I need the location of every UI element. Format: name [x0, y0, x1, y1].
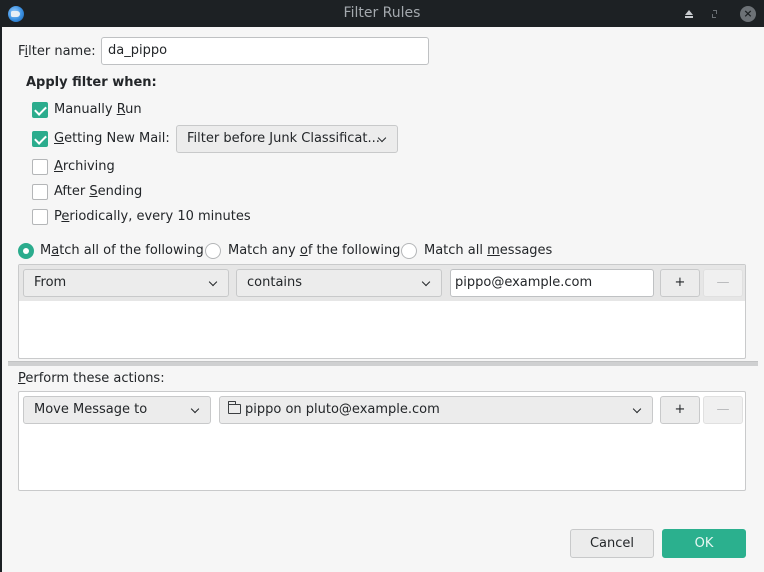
- match-all-messages-radio[interactable]: [401, 243, 417, 259]
- action-target-value: pippo on pluto@example.com: [245, 402, 440, 417]
- rule-operator-value: contains: [247, 275, 303, 290]
- filter-name-label: Filter name:: [18, 44, 96, 59]
- chevron-down-icon: [190, 404, 200, 414]
- remove-action-button[interactable]: —: [703, 396, 743, 424]
- pane-splitter[interactable]: [8, 361, 758, 366]
- getting-new-mail-checkbox[interactable]: [32, 131, 48, 147]
- rule-row: From contains pippo@example.com + —: [19, 265, 745, 301]
- manually-run-label[interactable]: Manually Run: [54, 102, 142, 117]
- chevron-down-icon: [421, 277, 431, 287]
- after-sending-checkbox[interactable]: [32, 184, 48, 200]
- rule-value-input[interactable]: pippo@example.com: [450, 269, 654, 297]
- folder-icon: [228, 401, 241, 414]
- match-all-radio[interactable]: [18, 243, 34, 259]
- periodically-label[interactable]: Periodically, every 10 minutes: [54, 209, 251, 224]
- match-all-label[interactable]: Match all of the following: [40, 243, 204, 258]
- window-title: Filter Rules: [343, 5, 421, 21]
- actions-list: Move Message to pippo on pluto@example.c…: [18, 391, 746, 491]
- title-bar: Filter Rules ×: [0, 0, 764, 27]
- match-all-messages-label[interactable]: Match all messages: [424, 243, 552, 258]
- rule-operator-select[interactable]: contains: [236, 269, 442, 297]
- manually-run-checkbox[interactable]: [32, 102, 48, 118]
- perform-actions-label: Perform these actions:: [18, 371, 165, 386]
- archiving-checkbox[interactable]: [32, 159, 48, 175]
- remove-rule-button[interactable]: —: [703, 269, 743, 297]
- getting-new-mail-label[interactable]: Getting New Mail:: [54, 131, 170, 146]
- action-target-folder-select[interactable]: pippo on pluto@example.com: [219, 396, 653, 424]
- junk-classification-timing-select[interactable]: Filter before Junk Classificat...: [176, 125, 398, 153]
- cancel-button[interactable]: Cancel: [570, 529, 654, 558]
- after-sending-label[interactable]: After Sending: [54, 184, 142, 199]
- rule-field-select[interactable]: From: [23, 269, 229, 297]
- rule-field-value: From: [34, 275, 67, 290]
- ok-button[interactable]: OK: [662, 529, 746, 558]
- match-any-label[interactable]: Match any of the following: [228, 243, 400, 258]
- add-rule-button[interactable]: +: [660, 269, 700, 297]
- archiving-label[interactable]: Archiving: [54, 159, 115, 174]
- chevron-down-icon: [208, 277, 218, 287]
- junk-classification-timing-value: Filter before Junk Classificat...: [187, 131, 380, 146]
- periodically-checkbox[interactable]: [32, 209, 48, 225]
- apply-filter-heading: Apply filter when:: [26, 75, 157, 90]
- filter-name-input[interactable]: da_pippo: [101, 37, 429, 65]
- action-type-value: Move Message to: [34, 402, 148, 417]
- action-type-select[interactable]: Move Message to: [23, 396, 211, 424]
- keep-above-icon[interactable]: [681, 6, 697, 22]
- chevron-down-icon: [632, 404, 642, 414]
- filter-rules-dialog: Filter name: da_pippo Apply filter when:…: [2, 27, 764, 572]
- add-action-button[interactable]: +: [660, 396, 700, 424]
- close-icon[interactable]: ×: [740, 6, 756, 22]
- maximize-icon[interactable]: [708, 6, 724, 22]
- rules-list: From contains pippo@example.com + —: [18, 264, 746, 359]
- match-any-radio[interactable]: [205, 243, 221, 259]
